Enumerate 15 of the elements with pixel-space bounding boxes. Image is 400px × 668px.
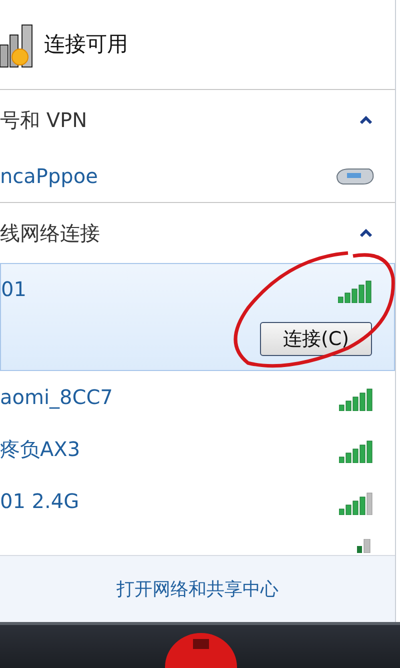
- network-item[interactable]: 01 2.4G: [0, 475, 395, 527]
- modem-icon: [335, 166, 375, 186]
- chevron-icon[interactable]: [359, 228, 373, 238]
- chevron-icon[interactable]: [359, 115, 373, 125]
- status-label: 连接可用: [44, 30, 128, 58]
- signal-icon: [357, 539, 371, 553]
- network-item[interactable]: 01 连接(C): [0, 263, 395, 371]
- network-item[interactable]: 疼负AX3: [0, 423, 395, 475]
- app-icon[interactable]: [165, 631, 237, 668]
- connect-button[interactable]: 连接(C): [260, 322, 372, 356]
- section-header[interactable]: 号和 VPN: [0, 90, 395, 150]
- section-header[interactable]: 线网络连接: [0, 203, 395, 263]
- network-center-link[interactable]: 打开网络和共享中心: [116, 576, 278, 602]
- connection-item[interactable]: ncaPppoe: [0, 150, 395, 203]
- network-item[interactable]: aomi_8CC7: [0, 371, 395, 423]
